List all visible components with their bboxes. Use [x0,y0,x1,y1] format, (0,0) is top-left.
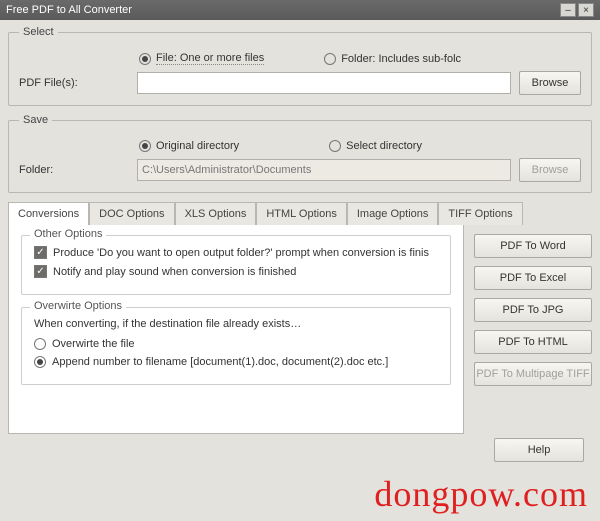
tab-html-options[interactable]: HTML Options [256,202,347,225]
folder-label: Folder: [19,164,129,176]
checkbox-checked-icon: ✓ [34,265,47,278]
radio-icon [324,53,336,65]
window-buttons: – × [560,3,594,17]
browse-folder-button: Browse [519,158,581,182]
save-group: Save Original directory Select directory… [8,114,592,193]
pdf-files-input[interactable] [137,72,511,94]
append-number-label: Append number to filename [document(1).d… [52,356,388,368]
overwrite-intro: When converting, if the destination file… [34,318,438,330]
title-bar: Free PDF to All Converter – × [0,0,600,20]
pdf-to-html-button[interactable]: PDF To HTML [474,330,592,354]
checkbox-checked-icon: ✓ [34,246,47,259]
watermark-text: dongpow.com [374,473,588,515]
select-dir-label: Select directory [346,140,422,152]
tab-conversions[interactable]: Conversions [8,202,89,225]
radio-icon [34,356,46,368]
action-buttons: PDF To Word PDF To Excel PDF To JPG PDF … [474,224,592,386]
select-legend: Select [19,26,58,38]
folder-radio-option[interactable]: Folder: Includes sub-folc [324,53,461,65]
radio-icon [329,140,341,152]
pdf-to-tiff-button: PDF To Multipage TIFF [474,362,592,386]
overwrite-file-option[interactable]: Overwirte the file [34,338,438,350]
prompt-label: Produce 'Do you want to open output fold… [53,247,429,259]
append-number-option[interactable]: Append number to filename [document(1).d… [34,356,438,368]
other-options-group: Other Options ✓ Produce 'Do you want to … [21,235,451,295]
notify-checkbox-row[interactable]: ✓ Notify and play sound when conversion … [34,265,438,278]
help-button[interactable]: Help [494,438,584,462]
tab-tiff-options[interactable]: TIFF Options [438,202,522,225]
save-legend: Save [19,114,52,126]
pdf-files-label: PDF File(s): [19,77,129,89]
browse-pdf-button[interactable]: Browse [519,71,581,95]
radio-icon [139,53,151,65]
close-button[interactable]: × [578,3,594,17]
overwrite-file-label: Overwirte the file [52,338,135,350]
window-title: Free PDF to All Converter [6,4,132,16]
file-radio-option[interactable]: File: One or more files [139,52,264,65]
overwrite-legend: Overwirte Options [30,300,126,312]
select-group: Select File: One or more files Folder: I… [8,26,592,106]
tab-doc-options[interactable]: DOC Options [89,202,174,225]
select-dir-option[interactable]: Select directory [329,140,422,152]
file-option-label: File: One or more files [156,52,264,65]
conversions-panel: Other Options ✓ Produce 'Do you want to … [8,224,464,434]
folder-option-label: Folder: Includes sub-folc [341,53,461,65]
pdf-to-excel-button[interactable]: PDF To Excel [474,266,592,290]
pdf-to-jpg-button[interactable]: PDF To JPG [474,298,592,322]
original-dir-option[interactable]: Original directory [139,140,239,152]
radio-icon [34,338,46,350]
prompt-checkbox-row[interactable]: ✓ Produce 'Do you want to open output fo… [34,246,438,259]
tab-bar: Conversions DOC Options XLS Options HTML… [8,201,592,224]
folder-input [137,159,511,181]
tab-image-options[interactable]: Image Options [347,202,439,225]
notify-label: Notify and play sound when conversion is… [53,266,296,278]
pdf-to-word-button[interactable]: PDF To Word [474,234,592,258]
radio-icon [139,140,151,152]
original-dir-label: Original directory [156,140,239,152]
other-options-legend: Other Options [30,228,106,240]
overwrite-options-group: Overwirte Options When converting, if th… [21,307,451,385]
minimize-button[interactable]: – [560,3,576,17]
tab-xls-options[interactable]: XLS Options [175,202,257,225]
